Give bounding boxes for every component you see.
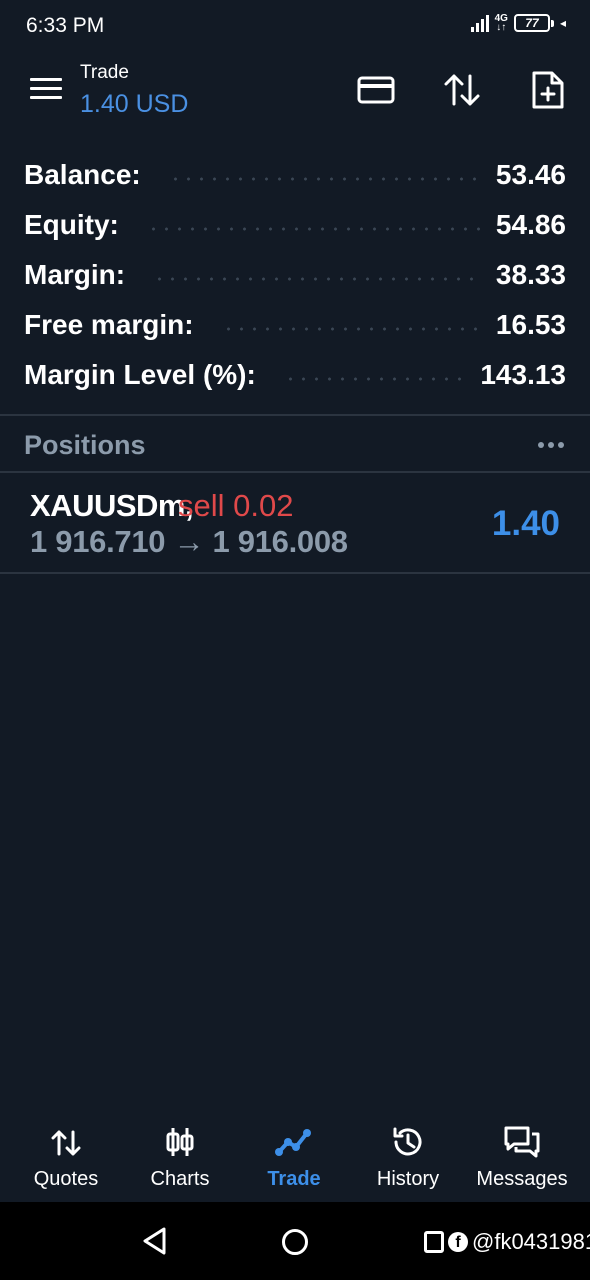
- dotted-leader: [146, 227, 480, 231]
- summary-value: 16.53: [495, 309, 566, 340]
- trade-icon: [275, 1129, 311, 1156]
- summary-row-margin: Margin: 38.33: [0, 250, 590, 300]
- status-bar: 6:33 PM 4G ↓↑ 77 ◂: [0, 0, 590, 54]
- charts-icon: [166, 1128, 194, 1156]
- signal-icon: [470, 14, 489, 32]
- nav-trade[interactable]: Trade: [236, 1110, 352, 1202]
- divider: [0, 572, 590, 574]
- account-summary: Balance: 53.46 Equity: 54.86 Margin: 38.…: [0, 150, 590, 400]
- nav-charts[interactable]: Charts: [122, 1110, 238, 1202]
- summary-value: 54.86: [495, 209, 566, 240]
- nav-label: Messages: [476, 1168, 568, 1190]
- summary-row-free-margin: Free margin: 16.53: [0, 300, 590, 350]
- page-subtitle: 1.40 USD: [80, 90, 189, 118]
- charging-icon: ◂: [559, 16, 566, 30]
- back-icon[interactable]: [140, 1226, 170, 1256]
- nav-messages[interactable]: Messages: [464, 1110, 580, 1202]
- facebook-icon: f: [448, 1232, 468, 1252]
- battery-icon: 77: [513, 14, 550, 32]
- summary-row-balance: Balance: 53.46: [0, 150, 590, 200]
- camera-icon: [424, 1231, 444, 1253]
- dotted-leader: [283, 377, 465, 381]
- home-icon[interactable]: [282, 1229, 308, 1255]
- summary-label: Margin:: [24, 259, 126, 290]
- more-options-icon[interactable]: [538, 442, 564, 448]
- positions-title: Positions: [24, 430, 146, 460]
- summary-row-equity: Equity: 54.86: [0, 200, 590, 250]
- nav-label: Charts: [150, 1168, 210, 1190]
- quotes-icon: [51, 1130, 81, 1156]
- summary-label: Free margin:: [24, 309, 194, 340]
- status-icons: 4G ↓↑ 77 ◂: [470, 13, 566, 33]
- dotted-leader: [168, 177, 480, 181]
- nav-history[interactable]: History: [350, 1110, 466, 1202]
- bottom-nav: Quotes Charts Trade History Messages: [0, 1110, 590, 1202]
- menu-icon[interactable]: [30, 78, 62, 102]
- messages-icon: [504, 1126, 540, 1158]
- summary-label: Margin Level (%):: [24, 359, 256, 390]
- summary-row-margin-level: Margin Level (%): 143.13: [0, 350, 590, 400]
- nav-quotes[interactable]: Quotes: [8, 1110, 124, 1202]
- position-profit: 1.40: [491, 504, 560, 543]
- summary-value: 53.46: [495, 159, 566, 190]
- page-title: Trade: [80, 62, 129, 83]
- position-row[interactable]: XAUUSDm, sell 0.02 1 916.710 → 1 916.008…: [0, 474, 590, 572]
- dotted-leader: [153, 277, 480, 281]
- nav-label: Trade: [267, 1168, 321, 1190]
- positions-header: Positions: [0, 416, 590, 472]
- dotted-leader: [221, 327, 480, 331]
- new-order-icon[interactable]: [528, 70, 568, 110]
- app-header: Trade 1.40 USD: [0, 56, 590, 128]
- summary-label: Balance:: [24, 159, 141, 190]
- position-symbol: XAUUSDm,: [30, 488, 194, 523]
- watermark: f @fk0431981: [424, 1229, 590, 1255]
- battery-tip: [550, 19, 554, 27]
- system-nav-bar: f @fk0431981: [0, 1202, 590, 1280]
- network-indicator: 4G ↓↑: [494, 13, 508, 33]
- position-prices: 1 916.710 → 1 916.008: [30, 524, 348, 559]
- summary-value: 38.33: [495, 259, 566, 290]
- summary-value: 143.13: [480, 359, 566, 390]
- position-side: sell 0.02: [178, 488, 294, 523]
- history-icon: [393, 1127, 422, 1156]
- sort-icon[interactable]: [442, 70, 482, 110]
- summary-label: Equity:: [24, 209, 119, 240]
- nav-label: Quotes: [33, 1168, 99, 1190]
- status-time: 6:33 PM: [26, 14, 105, 37]
- nav-label: History: [376, 1168, 440, 1190]
- card-icon[interactable]: [356, 70, 396, 110]
- divider: [0, 471, 590, 473]
- watermark-text: @fk0431981: [472, 1229, 590, 1254]
